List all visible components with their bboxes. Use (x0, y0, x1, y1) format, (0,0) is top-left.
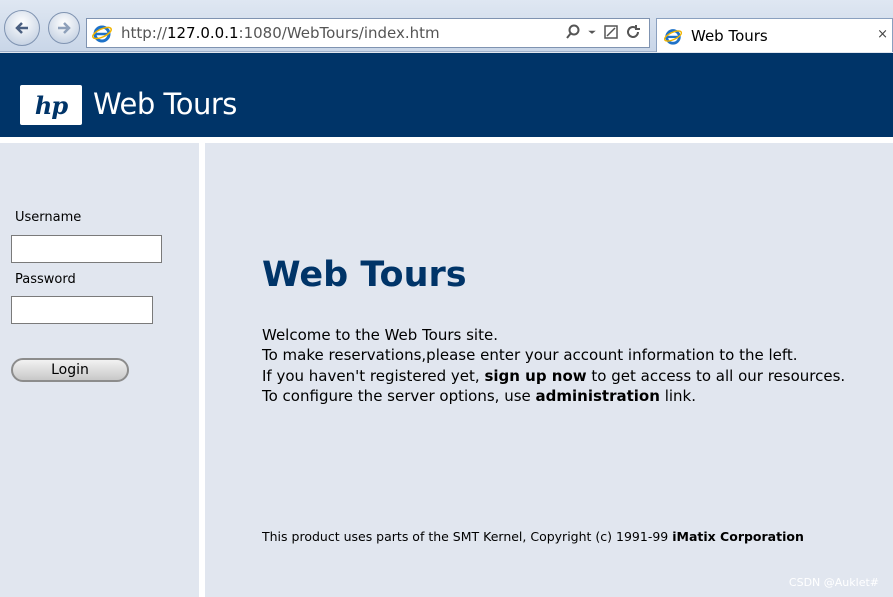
site-title: Web Tours (93, 87, 237, 121)
tab-title: Web Tours (691, 26, 768, 45)
main-content: Web Tours Welcome to the Web Tours site.… (205, 143, 893, 597)
site-header: hp Web Tours (0, 53, 893, 137)
footer-copyright: This product uses parts of the SMT Kerne… (262, 529, 804, 544)
username-input[interactable] (11, 235, 162, 263)
browser-toolbar: http://127.0.0.1:1080/WebTours/index.htm… (0, 0, 893, 52)
username-label: Username (15, 210, 82, 225)
compatibility-view-icon[interactable] (603, 24, 619, 40)
search-icon[interactable] (565, 24, 581, 40)
ie-tab-icon (663, 28, 683, 45)
address-bar[interactable]: http://127.0.0.1:1080/WebTours/index.htm (86, 18, 650, 48)
forward-button[interactable] (48, 12, 80, 44)
instructions-text: To make reservations,please enter your a… (262, 346, 798, 364)
ie-page-icon (92, 25, 112, 43)
chevron-down-icon[interactable] (587, 24, 597, 40)
register-text: If you haven't registered yet, sign up n… (262, 367, 846, 385)
login-button[interactable]: Login (11, 358, 129, 382)
page-title: Web Tours (262, 255, 467, 295)
arrow-left-icon (15, 22, 28, 34)
password-input[interactable] (11, 296, 153, 324)
hp-logo: hp (20, 85, 82, 125)
welcome-text: Welcome to the Web Tours site. (262, 326, 498, 344)
url-text: http://127.0.0.1:1080/WebTours/index.htm (121, 24, 440, 42)
password-label: Password (15, 272, 76, 287)
login-panel: Username Password Login (0, 143, 199, 597)
tab-close-button[interactable]: × (877, 27, 888, 42)
administration-link[interactable]: administration (536, 387, 660, 405)
arrow-right-icon (58, 22, 71, 34)
sign-up-link[interactable]: sign up now (484, 367, 586, 385)
refresh-icon[interactable] (625, 24, 641, 40)
config-text: To configure the server options, use adm… (262, 387, 696, 405)
back-button[interactable] (4, 10, 40, 46)
watermark: CSDN @Auklet# (788, 576, 879, 589)
imatix-link[interactable]: iMatix Corporation (672, 529, 804, 544)
browser-tab[interactable]: Web Tours × (656, 18, 893, 52)
